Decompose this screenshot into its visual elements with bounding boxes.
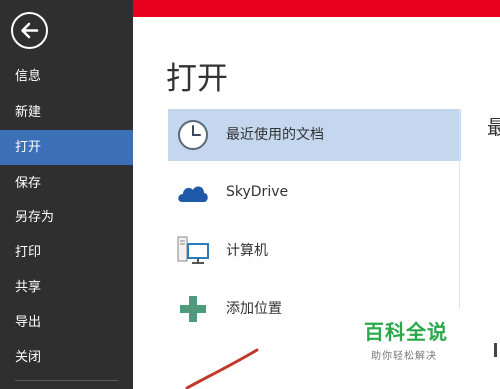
cut-off-content [494,343,497,357]
sidebar-divider [15,380,118,381]
sidebar-item-print[interactable]: 打印 [0,235,133,270]
back-arrow-icon [21,22,39,39]
title-bar-strip [133,0,500,17]
place-skydrive[interactable]: SkyDrive [168,166,461,218]
backstage-sidebar: 信息 新建 打开 保存 另存为 打印 共享 导出 关闭 [0,0,133,389]
cloud-icon [176,176,210,208]
watermark-logo: 百科全说 助你轻松解决 [364,316,460,362]
clock-icon [176,119,210,151]
sidebar-item-close[interactable]: 关闭 [0,340,133,375]
place-recent-documents[interactable]: 最近使用的文档 [168,109,461,161]
watermark-brand: 百科全说 [364,320,448,344]
sidebar-item-info[interactable]: 信息 [0,59,133,94]
sidebar-item-save-as[interactable]: 另存为 [0,200,133,235]
place-label: 计算机 [226,243,268,259]
computer-icon [176,235,210,267]
sidebar-item-open[interactable]: 打开 [0,130,133,165]
sidebar-item-save[interactable]: 保存 [0,166,133,201]
place-label: 最近使用的文档 [226,127,324,143]
sidebar-item-new[interactable]: 新建 [0,95,133,130]
sidebar-item-export[interactable]: 导出 [0,305,133,340]
page-title: 打开 [166,61,228,97]
recent-documents-heading: 最 [487,115,500,139]
place-label: 添加位置 [226,301,282,317]
back-button[interactable] [11,12,48,49]
place-label: SkyDrive [226,184,289,200]
panel-divider [459,109,460,309]
sidebar-item-share[interactable]: 共享 [0,270,133,305]
annotation-arrow [185,348,259,389]
watermark-tagline: 助你轻松解决 [371,351,437,362]
plus-icon [176,293,210,325]
place-computer[interactable]: 计算机 [168,225,461,277]
